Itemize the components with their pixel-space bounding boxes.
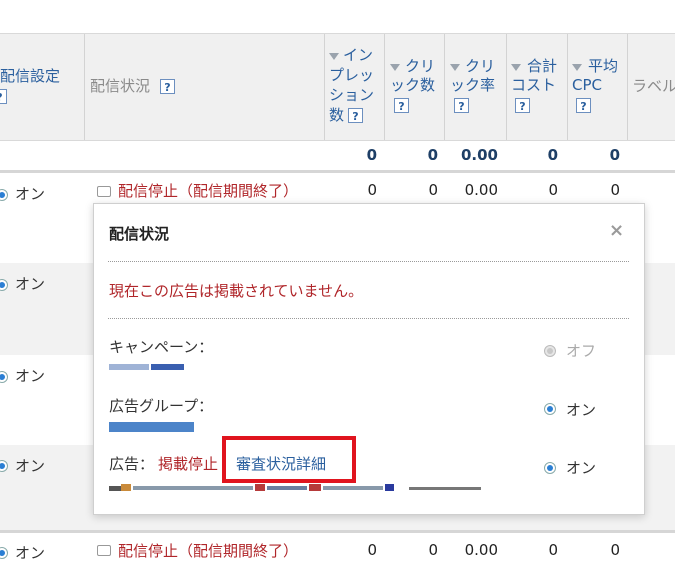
col-total-cost-line2: コスト (511, 76, 557, 94)
delivery-toggle-radio[interactable] (0, 371, 8, 383)
campaign-state: オフ (566, 342, 597, 360)
delivery-setting-value: オン (15, 185, 46, 203)
sort-icon[interactable] (329, 53, 339, 60)
row-cost: 0 (548, 181, 558, 199)
ad-state-radio[interactable] (544, 462, 556, 474)
col-impressions[interactable]: イン プレッ ション 数 ? (325, 34, 385, 140)
divider (108, 318, 629, 319)
col-label-text: ラベル (632, 77, 675, 95)
col-clicks[interactable]: クリ ック数 ? (385, 34, 445, 140)
help-icon[interactable]: ? (394, 98, 409, 113)
popup-title: 配信状況 (109, 225, 170, 243)
ad-status: 掲載停止 (158, 455, 219, 473)
help-icon[interactable]: ? (515, 98, 530, 113)
help-icon[interactable]: ? (348, 108, 363, 123)
divider (108, 261, 629, 262)
delivery-toggle-radio[interactable] (0, 547, 8, 559)
col-clicks-line2: ック数 (390, 76, 436, 94)
col-ctr-line2: ック率 (450, 76, 496, 94)
delivery-setting-value: オン (15, 544, 46, 562)
col-clicks-line1: クリ (405, 57, 436, 75)
delivery-status-link[interactable]: 配信停止（配信期間終了） (118, 540, 298, 561)
row-clicks: 0 (428, 181, 438, 199)
total-ctr: 0.00 (460, 146, 498, 164)
delivery-toggle-radio[interactable] (0, 279, 8, 291)
delivery-toggle-radio[interactable] (0, 460, 8, 472)
chat-bubble-icon[interactable] (97, 545, 111, 556)
not-running-message: 現在この広告は掲載されていません。 (109, 282, 364, 300)
chat-bubble-icon[interactable] (97, 186, 111, 197)
col-delivery-setting: 配信設定 ? (0, 34, 85, 140)
col-delivery-status: 配信状況 ? (85, 34, 325, 140)
sort-icon[interactable] (511, 64, 521, 71)
help-icon[interactable]: ? (160, 79, 175, 94)
table-header: 配信設定 ? 配信状況 ? イン プレッ ション 数 ? クリ ック数 ? クリ… (0, 33, 675, 141)
col-label: ラベル (628, 34, 675, 140)
total-clicks: 0 (427, 146, 438, 164)
delivery-status-link[interactable]: 配信停止（配信期間終了） (118, 180, 298, 201)
adgroup-state-radio[interactable] (544, 403, 556, 415)
sort-icon[interactable] (390, 64, 400, 71)
close-icon[interactable]: × (609, 220, 624, 241)
delivery-status-popup: 配信状況 × 現在この広告は掲載されていません。 キャンペーン： オフ 広告グル… (93, 203, 645, 515)
adgroup-label: 広告グループ： (109, 397, 214, 415)
col-ctr-line1: クリ (465, 57, 496, 75)
campaign-label: キャンペーン： (109, 338, 214, 356)
help-icon[interactable]: ? (0, 89, 7, 104)
row-ctr: 0.00 (464, 541, 498, 559)
col-impressions-line3: ション (329, 86, 375, 104)
col-impressions-line2: プレッ (329, 66, 375, 84)
delivery-setting-value: オン (15, 367, 46, 385)
col-total-cost[interactable]: 合計 コスト ? (507, 34, 568, 140)
row-clicks: 0 (428, 541, 438, 559)
help-icon[interactable]: ? (576, 98, 591, 113)
row-impressions: 0 (367, 181, 377, 199)
row-ctr: 0.00 (464, 181, 498, 199)
campaign-name-redacted (109, 364, 184, 372)
delivery-toggle-radio[interactable] (0, 189, 8, 201)
col-avg-cpc-line2: CPC (572, 76, 602, 94)
total-impressions: 0 (366, 146, 377, 164)
sort-icon[interactable] (450, 64, 460, 71)
highlight-box (222, 436, 356, 483)
col-delivery-status-label: 配信状況 (90, 77, 151, 95)
col-total-cost-line1: 合計 (527, 57, 558, 75)
help-icon[interactable]: ? (454, 98, 469, 113)
delivery-setting-value: オン (15, 457, 46, 475)
sort-icon[interactable] (572, 64, 582, 71)
row-cpc: 0 (610, 541, 620, 559)
adgroup-state: オン (566, 401, 597, 419)
total-cpc: 0 (609, 146, 620, 164)
row-cpc: 0 (610, 181, 620, 199)
col-ctr[interactable]: クリ ック率 ? (445, 34, 507, 140)
col-impressions-line1: イン (343, 46, 374, 64)
ad-label: 広告： (109, 455, 155, 473)
adgroup-name-redacted (109, 422, 194, 433)
totals-row: 0 0 0.00 0 0 (0, 140, 675, 173)
col-avg-cpc-line1: 平均 (588, 57, 619, 75)
ad-name-redacted (109, 484, 481, 492)
table-row: オン 配信停止（配信期間終了） 0 0 0.00 0 0 (0, 530, 675, 562)
row-impressions: 0 (367, 541, 377, 559)
row-cost: 0 (548, 541, 558, 559)
col-avg-cpc[interactable]: 平均 CPC ? (568, 34, 628, 140)
delivery-setting-value: オン (15, 275, 46, 293)
col-delivery-setting-label: 配信設定 (0, 67, 61, 85)
campaign-state-radio (544, 345, 556, 357)
ad-state: オン (566, 459, 597, 477)
col-impressions-line4: 数 (329, 106, 345, 124)
total-cost: 0 (547, 146, 558, 164)
